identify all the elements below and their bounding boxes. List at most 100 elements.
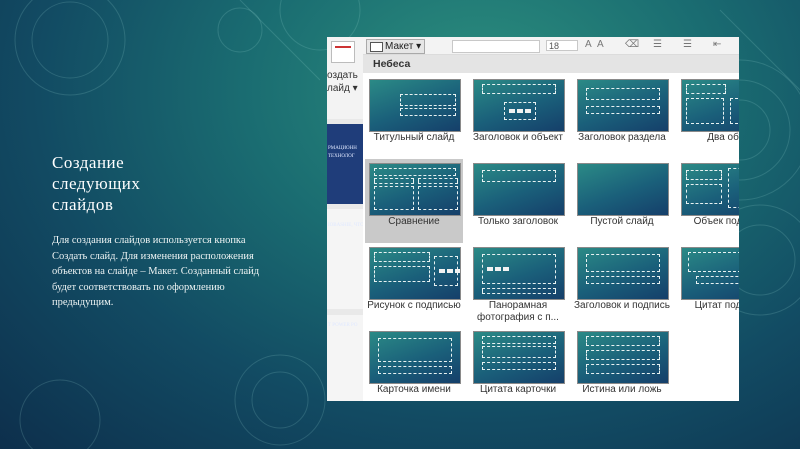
font-name-input[interactable] — [452, 40, 540, 53]
layout-tile[interactable]: Заголовок раздела — [573, 75, 671, 159]
layout-thumbnail — [681, 79, 739, 132]
placeholder-box — [374, 186, 414, 210]
layout-label: Титульный слайд — [373, 132, 455, 143]
slide-thumbnail[interactable]: IOBASHIE, ЧТО — [327, 209, 364, 309]
layout-thumbnail — [473, 247, 565, 300]
placeholder-box — [686, 84, 726, 94]
placeholder-box — [400, 108, 456, 116]
layout-tile[interactable]: Рисунок с подписью — [365, 243, 463, 327]
placeholder-box — [686, 170, 722, 180]
layout-thumbnail — [681, 247, 739, 300]
placeholder-mini-icon — [455, 269, 460, 273]
layout-thumbnail — [577, 79, 669, 132]
layout-tile[interactable]: Карточка имени — [365, 327, 463, 401]
layout-thumbnail — [577, 163, 669, 216]
layout-label: Цитата карточки — [479, 384, 557, 395]
placeholder-box — [378, 338, 452, 362]
placeholder-box — [400, 94, 456, 106]
new-slide-label-1[interactable]: оздать — [327, 70, 358, 81]
layout-thumbnail — [473, 331, 565, 384]
layout-tile[interactable]: Объек подпис — [677, 159, 739, 243]
placeholder-box — [586, 350, 660, 360]
placeholder-box — [482, 84, 556, 94]
layout-tile[interactable]: Панорамная фотография с п... — [469, 243, 567, 327]
layout-thumbnail — [473, 79, 565, 132]
slide-title: Создание следующих слайдов — [52, 153, 141, 214]
slide-body-text: Для создания слайдов используется кнопка… — [52, 235, 260, 308]
placeholder-mini-icon — [503, 267, 509, 271]
layout-thumbnail — [369, 79, 461, 132]
placeholder-box — [374, 266, 430, 282]
placeholder-box — [688, 252, 739, 272]
layout-label: Заголовок и объект — [473, 132, 563, 143]
placeholder-box — [686, 98, 724, 124]
thumb-text: РМАЦИОНН — [328, 146, 357, 151]
layout-label: Рисунок с подписью — [367, 300, 461, 311]
placeholder-box — [418, 178, 458, 184]
bullets-icon[interactable]: ☰ — [653, 39, 662, 50]
layout-tile[interactable]: Сравнение — [365, 159, 463, 243]
layout-button[interactable]: Макет ▾ — [366, 39, 426, 54]
layout-label: Пустой слайд — [590, 216, 654, 227]
placeholder-mini-icon — [517, 109, 523, 113]
layout-thumbnail — [577, 331, 669, 384]
layout-tile[interactable]: Два объ — [677, 75, 739, 159]
placeholder-box — [378, 366, 452, 374]
font-size-input[interactable]: 18 — [546, 40, 578, 51]
placeholder-box — [586, 276, 660, 284]
slide-thumbnail[interactable]: РМАЦИОНН ТЕХНОЛОГ — [327, 124, 363, 204]
ribbon-toolbar: Макет ▾ 18 A A ⌫ ☰ ☰ ⇤ — [363, 37, 739, 55]
layout-tile[interactable]: Истина или ложь — [573, 327, 671, 401]
placeholder-box — [730, 98, 739, 124]
layout-thumbnail — [369, 247, 461, 300]
theme-name: Небеса — [373, 58, 411, 70]
layout-label: Объек подпис — [693, 216, 739, 227]
placeholder-mini-icon — [509, 109, 515, 113]
clear-format-icon[interactable]: ⌫ — [625, 39, 639, 50]
layout-icon — [370, 41, 383, 52]
layout-tile[interactable]: Только заголовок — [469, 159, 567, 243]
layout-thumbnail — [473, 163, 565, 216]
layout-label: Заголовок раздела — [578, 132, 666, 143]
numbering-icon[interactable]: ☰ — [683, 39, 692, 50]
grow-font-icon[interactable]: A — [585, 39, 592, 50]
placeholder-box — [586, 254, 660, 272]
layout-tile[interactable]: Заголовок и подпись — [573, 243, 671, 327]
thumb-text: IOBASHIE, ЧТО — [328, 223, 364, 228]
placeholder-box — [686, 184, 722, 204]
placeholder-box — [434, 256, 460, 286]
layout-tile[interactable]: Цитат подпис — [677, 243, 739, 327]
indent-icon[interactable]: ⇤ — [713, 39, 721, 50]
placeholder-box — [696, 276, 739, 284]
placeholder-box — [482, 170, 556, 182]
placeholder-box — [482, 288, 556, 294]
placeholder-mini-icon — [525, 109, 531, 113]
layout-tile[interactable]: Цитата карточки — [469, 327, 567, 401]
layout-label: Заголовок и подпись — [574, 300, 670, 311]
layout-thumbnail — [577, 247, 669, 300]
slide-panel: оздать лайд ▾ РМАЦИОНН ТЕХНОЛОГ IOBASHIE… — [327, 37, 364, 401]
placeholder-box — [586, 364, 660, 374]
shrink-font-icon[interactable]: A — [597, 39, 604, 50]
layout-tile[interactable]: Титульный слайд — [365, 75, 463, 159]
placeholder-mini-icon — [439, 269, 445, 273]
layout-thumbnail — [369, 331, 461, 384]
placeholder-box — [482, 346, 556, 358]
layout-thumbnail — [369, 163, 461, 216]
placeholder-box — [482, 254, 556, 284]
thumb-text: ТЕХНОЛОГ — [328, 154, 355, 159]
layout-tile[interactable]: Пустой слайд — [573, 159, 671, 243]
layout-label: Сравнение — [388, 216, 440, 227]
new-slide-label-2[interactable]: лайд ▾ — [327, 83, 358, 94]
slide-thumbnail[interactable]: Т POWER PO — [327, 315, 363, 401]
placeholder-box — [728, 168, 739, 208]
layout-tile[interactable]: Заголовок и объект — [469, 75, 567, 159]
placeholder-mini-icon — [495, 267, 501, 271]
placeholder-box — [586, 106, 660, 114]
placeholder-box — [482, 362, 556, 370]
placeholder-box — [586, 336, 660, 346]
layout-label: Цитат подпис — [694, 300, 739, 311]
new-slide-icon[interactable] — [331, 41, 355, 63]
thumb-text: Т POWER PO — [328, 323, 358, 328]
placeholder-box — [374, 168, 456, 176]
